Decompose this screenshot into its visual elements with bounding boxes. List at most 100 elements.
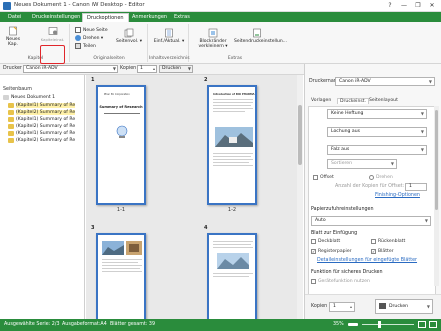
tab-druckeinstellungen[interactable]: Druckeinstellungen xyxy=(28,13,84,22)
printer-name-select[interactable]: Canon iR-ADV ▼ xyxy=(335,77,435,86)
tree-item[interactable]: (Kapitel1) Summary of Re xyxy=(8,103,76,108)
logo-icon xyxy=(116,125,128,138)
tab-druckeinst[interactable]: Druckeinst. xyxy=(337,98,370,104)
copies-input[interactable]: 1 ▴ xyxy=(137,65,157,73)
rotate-button[interactable]: Drehen ▾ xyxy=(75,35,103,41)
punch-select[interactable]: Lochung aus ▼ xyxy=(327,127,427,137)
tree-item-label: Neues Dokument 1 xyxy=(11,95,56,100)
help-button[interactable]: ? xyxy=(385,1,395,11)
page-text-line xyxy=(213,247,253,248)
zoom-slider[interactable] xyxy=(362,324,414,325)
page-thumbnail[interactable]: Phar. Bl. Corporation Summary of Researc… xyxy=(96,85,146,205)
offset-copies-input[interactable]: 1 xyxy=(405,183,427,191)
bottom-print-label: Drucken xyxy=(389,304,409,309)
paper-source-value: Auto xyxy=(315,218,326,223)
tree-item[interactable]: (Kapitel2) Summary of Re xyxy=(8,110,76,115)
chevron-down-icon: ▼ xyxy=(390,161,394,166)
page-number: 3 xyxy=(91,225,95,231)
photo-image xyxy=(217,253,249,269)
page-print-settings-icon xyxy=(253,28,261,38)
minimize-button[interactable]: — xyxy=(399,1,409,11)
tab-druckoptionen[interactable]: Druckoptionen xyxy=(82,13,129,22)
folder-icon xyxy=(8,131,14,136)
insert-sheet-header: Blatt zur Einfügung xyxy=(311,231,358,236)
zoom-slider-thumb[interactable] xyxy=(378,321,381,328)
collate-select[interactable]: Sortieren ▼ xyxy=(327,159,397,169)
maximize-button[interactable]: ❐ xyxy=(413,1,423,11)
back-cover-checkbox[interactable]: Rückenblatt xyxy=(371,239,405,244)
folder-icon xyxy=(8,110,14,115)
bottom-print-button[interactable]: Drucken ▼ xyxy=(375,299,433,314)
page-thumbnail[interactable] xyxy=(96,233,146,323)
sheets-checkbox[interactable]: ✓ Blätter xyxy=(371,249,394,254)
printer-icon xyxy=(379,302,386,309)
cover-checkbox[interactable]: Deckblatt xyxy=(311,239,340,244)
folder-icon xyxy=(8,103,14,108)
tab-vorlagen[interactable]: Vorlagen xyxy=(311,98,331,103)
tree-item[interactable]: (Kapitel2) Summary of Re xyxy=(8,124,75,129)
center-scrollbar[interactable] xyxy=(297,75,303,319)
tab-paper-checkbox[interactable]: ✓ Registerpapier xyxy=(311,249,352,254)
device-function-checkbox[interactable]: Gerätefunktion nutzen xyxy=(311,279,370,284)
page-text-line xyxy=(213,105,251,106)
page-thumbnail[interactable]: Introduction of BIO PHARMA xyxy=(207,85,257,205)
back-cover-label: Rückenblatt xyxy=(378,239,406,244)
tab-datei[interactable]: Datei xyxy=(4,13,25,22)
tree-item-label: (Kapitel1) Summary of Re xyxy=(16,117,76,122)
paper-source-select[interactable]: Auto ▼ xyxy=(311,216,431,226)
page-text-line xyxy=(213,165,253,166)
page-text-line xyxy=(213,153,253,154)
tab-anmerkungen[interactable]: Anmerkungen xyxy=(128,13,171,22)
tree-item-root[interactable]: Neues Dokument 1 xyxy=(3,95,55,100)
scrollbar-thumb[interactable] xyxy=(435,110,438,210)
cover-label: Deckblatt xyxy=(318,239,341,244)
page-volume-button[interactable]: Seitenvol. ▾ xyxy=(115,28,143,44)
new-page-label: Neue Seite xyxy=(83,27,108,33)
page-label: 1-1 xyxy=(116,207,126,213)
toc-button[interactable]: Einf./Aktual. ▾ xyxy=(151,28,187,44)
new-chapter-button[interactable]: Neues Kap. xyxy=(4,26,22,47)
group-originalseiten: Neue Seite Drehen ▾ Teilen Seitenvol. ▾ … xyxy=(71,24,148,62)
zoom-out-icon[interactable] xyxy=(348,323,358,326)
fit-page-icon[interactable] xyxy=(418,321,426,328)
page-text-line xyxy=(104,113,140,114)
fold-value: Falz aus xyxy=(331,147,350,152)
rotate-radio[interactable]: Drehen xyxy=(369,175,393,180)
view-mode-icon[interactable] xyxy=(429,321,437,328)
checkbox-box xyxy=(311,279,316,284)
group-label-extras: Extras xyxy=(227,56,243,61)
tree-item-label: (Kapitel2) Summary of Re xyxy=(16,110,76,115)
page-print-settings-button[interactable]: Seitendruckeinstellun... xyxy=(234,28,287,44)
page-thumbnail[interactable] xyxy=(207,233,257,323)
photo-image xyxy=(126,241,142,255)
offset-checkbox[interactable]: Offset xyxy=(313,175,334,180)
insert-details-link[interactable]: Detaileinstellungen für eingefügte Blätt… xyxy=(317,258,417,263)
chapter-settings-button[interactable]: Kapiteleinst. xyxy=(40,26,65,43)
chevron-down-icon: ▼ xyxy=(426,304,430,309)
scrollbar-thumb[interactable] xyxy=(298,105,302,165)
reduce-margins-button[interactable]: Blockränder verkleinern ▾ xyxy=(194,28,232,49)
finishing-options-link[interactable]: Finishing-Optionen xyxy=(375,193,420,198)
print-button[interactable]: Drucken ▼ xyxy=(159,65,193,73)
tab-extras[interactable]: Extras xyxy=(170,13,194,22)
split-button[interactable]: Teilen xyxy=(75,43,96,49)
print-button-label: Drucken xyxy=(162,66,182,71)
stapling-select[interactable]: Keine Heftung ▼ xyxy=(327,109,427,119)
tab-seitenlayout[interactable]: Seitenlayout xyxy=(369,98,398,103)
settings-scrollbar[interactable] xyxy=(434,106,439,286)
bottom-copies-input[interactable]: 1 ▴ xyxy=(329,302,355,312)
print-action-area: Kopien 1 ▴ Drucken ▼ xyxy=(305,294,441,319)
tree-item[interactable]: (Kapitel1) Summary of Re xyxy=(8,131,75,136)
close-button[interactable]: ✕ xyxy=(427,1,437,11)
ribbon-tabs: Datei Druckeinstellungen Druckoptionen A… xyxy=(0,12,441,22)
printer-select[interactable]: Canon iR-ADV ▼ xyxy=(23,65,118,73)
fold-select[interactable]: Falz aus ▼ xyxy=(327,145,427,155)
folder-icon xyxy=(8,117,14,122)
tree-item[interactable]: (Kapitel2) Summary of Re xyxy=(8,138,75,143)
new-page-button[interactable]: Neue Seite xyxy=(75,27,108,33)
page-text-line xyxy=(213,111,245,112)
group-inhaltsverzeichnis: Einf./Aktual. ▾ Inhaltsverzeichnis xyxy=(149,24,190,62)
tree-item[interactable]: (Kapitel1) Summary of Re xyxy=(8,117,75,122)
chapter-settings-label: Kapiteleinst. xyxy=(40,37,65,42)
page-volume-icon xyxy=(124,28,134,38)
